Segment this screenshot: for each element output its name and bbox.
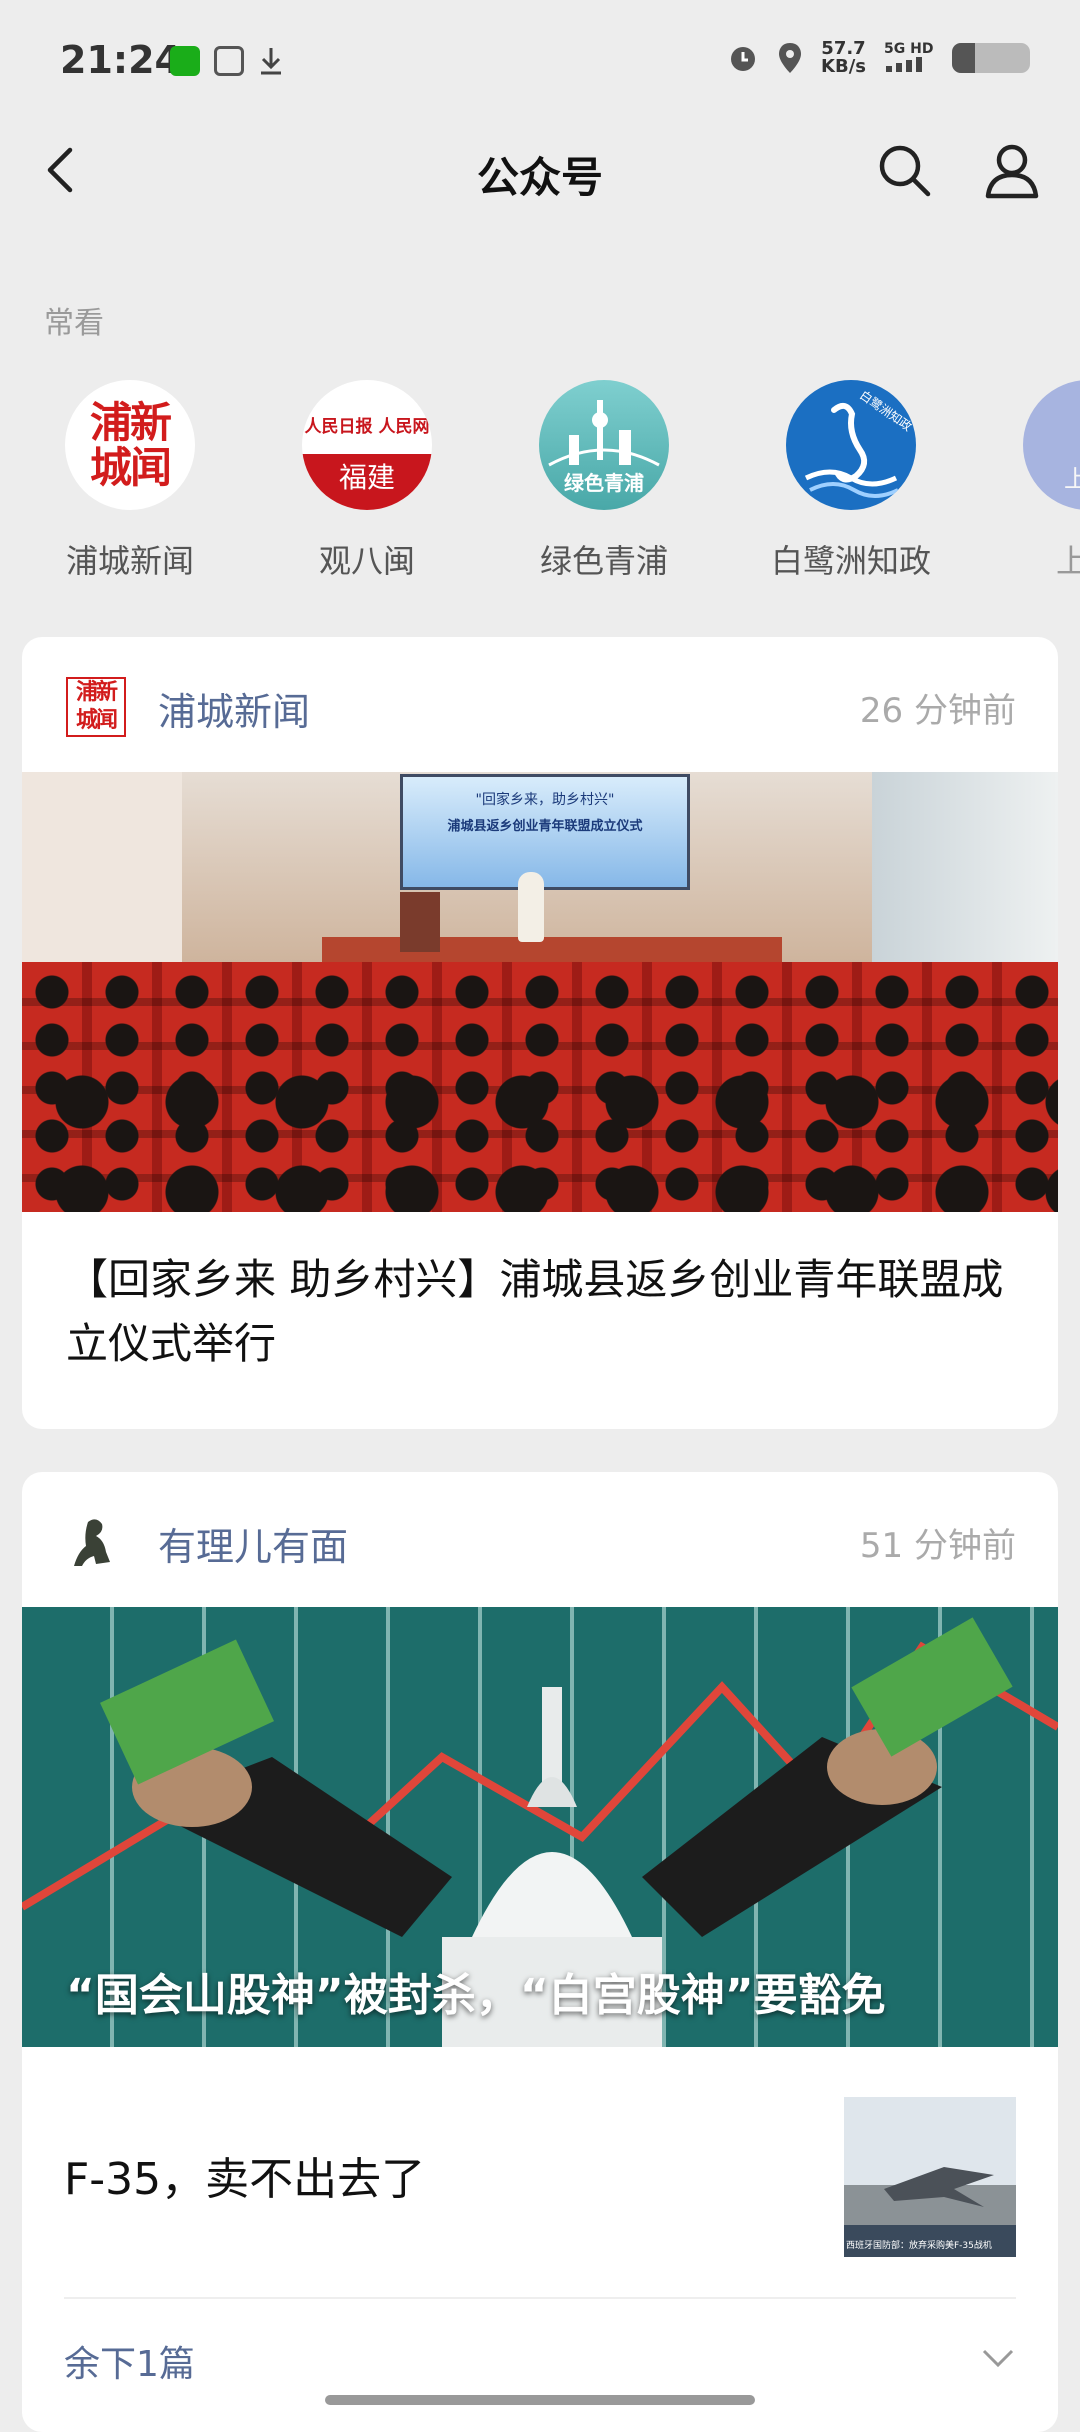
location-icon (779, 43, 802, 73)
card-header: 浦新城闻 浦城新闻 26 分钟前 (22, 637, 1058, 772)
remaining-articles-label: 余下1篇 (64, 2344, 195, 2385)
card-header: 有理儿有面 51 分钟前 (22, 1472, 1058, 1607)
nav-bar: 公众号 (0, 120, 1080, 220)
frequent-accounts: 浦新 城闻 浦城新闻 人民日报 人民网 福建 观八闽 绿色青浦 绿色青浦 白鹭洲… (0, 380, 1080, 590)
sub-article-title: F-35，卖不出去了 (64, 2154, 426, 2205)
thinker-statue-icon (74, 1519, 110, 1566)
account-name[interactable]: 浦城新闻 (158, 681, 310, 736)
status-time: 21:24 (60, 38, 181, 82)
thumbnail-caption: 西班牙国防部：放弃采购美F-35战机 (846, 2241, 992, 2251)
logo-text: 人民日报 人民网 (304, 417, 430, 437)
home-indicator[interactable] (325, 2395, 755, 2405)
frequent-item-name: 观八闽 (318, 542, 415, 580)
signal-bars-icon (886, 56, 922, 72)
avatar: 上海 (1023, 380, 1080, 510)
account-logo (66, 1512, 126, 1572)
account-name[interactable]: 有理儿有面 (158, 1516, 348, 1571)
frequent-section-label: 常看 (44, 306, 104, 341)
sub-article-thumbnail: 西班牙国防部：放弃采购美F-35战机 (844, 2097, 1016, 2257)
frequent-item-shanghai[interactable]: 上海 上海 (968, 380, 1080, 582)
banner-text: 浦城县返乡创业青年联盟成立仪式 (447, 819, 643, 834)
frequent-item-name: 上海 (1055, 542, 1080, 580)
status-right: 57.7 KB/s 5G HD (727, 40, 1030, 76)
signal-label: 5G HD (884, 40, 934, 57)
publish-time: 26 分钟前 (859, 691, 1016, 731)
avatar: 绿色青浦 (539, 380, 669, 510)
frequent-item-green-qingpu[interactable]: 绿色青浦 绿色青浦 (484, 380, 724, 582)
avatar: 白鹭洲知政 (786, 380, 916, 510)
banner-text: "回家乡来，助乡村兴" (475, 792, 615, 808)
avatar: 浦新 城闻 (65, 380, 195, 510)
download-icon (261, 48, 281, 75)
chevron-down-icon (982, 2349, 1014, 2368)
frequent-item-bailuzhou[interactable]: 白鹭洲知政 白鹭洲知政 (731, 380, 971, 582)
app-notification-icon (170, 46, 200, 76)
alarm-icon (731, 47, 756, 71)
battery-icon (952, 43, 1030, 73)
article-title[interactable]: 【回家乡来 助乡村兴】浦城县返乡创业青年联盟成立仪式举行 (22, 1212, 1058, 1416)
frequent-item-pucheng-news[interactable]: 浦新 城闻 浦城新闻 (10, 380, 250, 582)
cover-title: “国会山股神”被封杀，“白宫股神”要豁免 (66, 1970, 886, 2021)
article-cover-image[interactable]: “国会山股神”被封杀，“白宫股神”要豁免 (22, 1607, 1058, 2047)
article-card[interactable]: 浦新城闻 浦城新闻 26 分钟前 "回家乡来，助乡村兴" 浦城县返乡创业青年联盟… (22, 637, 1058, 1429)
avatar: 人民日报 人民网 福建 (302, 380, 432, 510)
logo-text: 上海 (1064, 465, 1080, 493)
logo-text: 浦新城闻 (66, 677, 126, 737)
article-cover-image[interactable]: "回家乡来，助乡村兴" 浦城县返乡创业青年联盟成立仪式 (22, 772, 1058, 1212)
logo-text: 城闻 (89, 443, 172, 492)
notification-icons (170, 46, 284, 76)
logo-text: 浦新 (89, 398, 172, 447)
frequent-item-name: 绿色青浦 (539, 542, 668, 580)
jet-icon (884, 2167, 994, 2207)
frequent-item-name: 白鹭洲知政 (770, 542, 931, 580)
network-speed: 57.7 KB/s (821, 40, 866, 76)
publish-time: 51 分钟前 (859, 1526, 1016, 1566)
user-icon[interactable] (980, 138, 1044, 202)
network-speed-unit: KB/s (821, 56, 866, 77)
status-bar: 21:24 57.7 KB/s 5G HD (0, 0, 1080, 130)
frequent-item-guanbamin[interactable]: 人民日报 人民网 福建 观八闽 (247, 380, 487, 582)
signal-indicator: 5G HD (884, 42, 934, 75)
egret-icon (804, 402, 899, 498)
sub-article-item[interactable]: F-35，卖不出去了 西班牙国防部：放弃采购美F-35战机 (64, 2047, 1016, 2299)
search-icon[interactable] (874, 140, 934, 200)
app-notification-icon (214, 46, 244, 76)
article-card[interactable]: 有理儿有面 51 分钟前 “国会山股神”被封杀，“白宫股神”要豁免 F-35，卖… (22, 1472, 1058, 2432)
frequent-item-name: 浦城新闻 (65, 542, 194, 580)
account-logo: 浦新城闻 (66, 677, 126, 737)
logo-text: 绿色青浦 (564, 471, 644, 495)
logo-text: 福建 (302, 454, 432, 510)
